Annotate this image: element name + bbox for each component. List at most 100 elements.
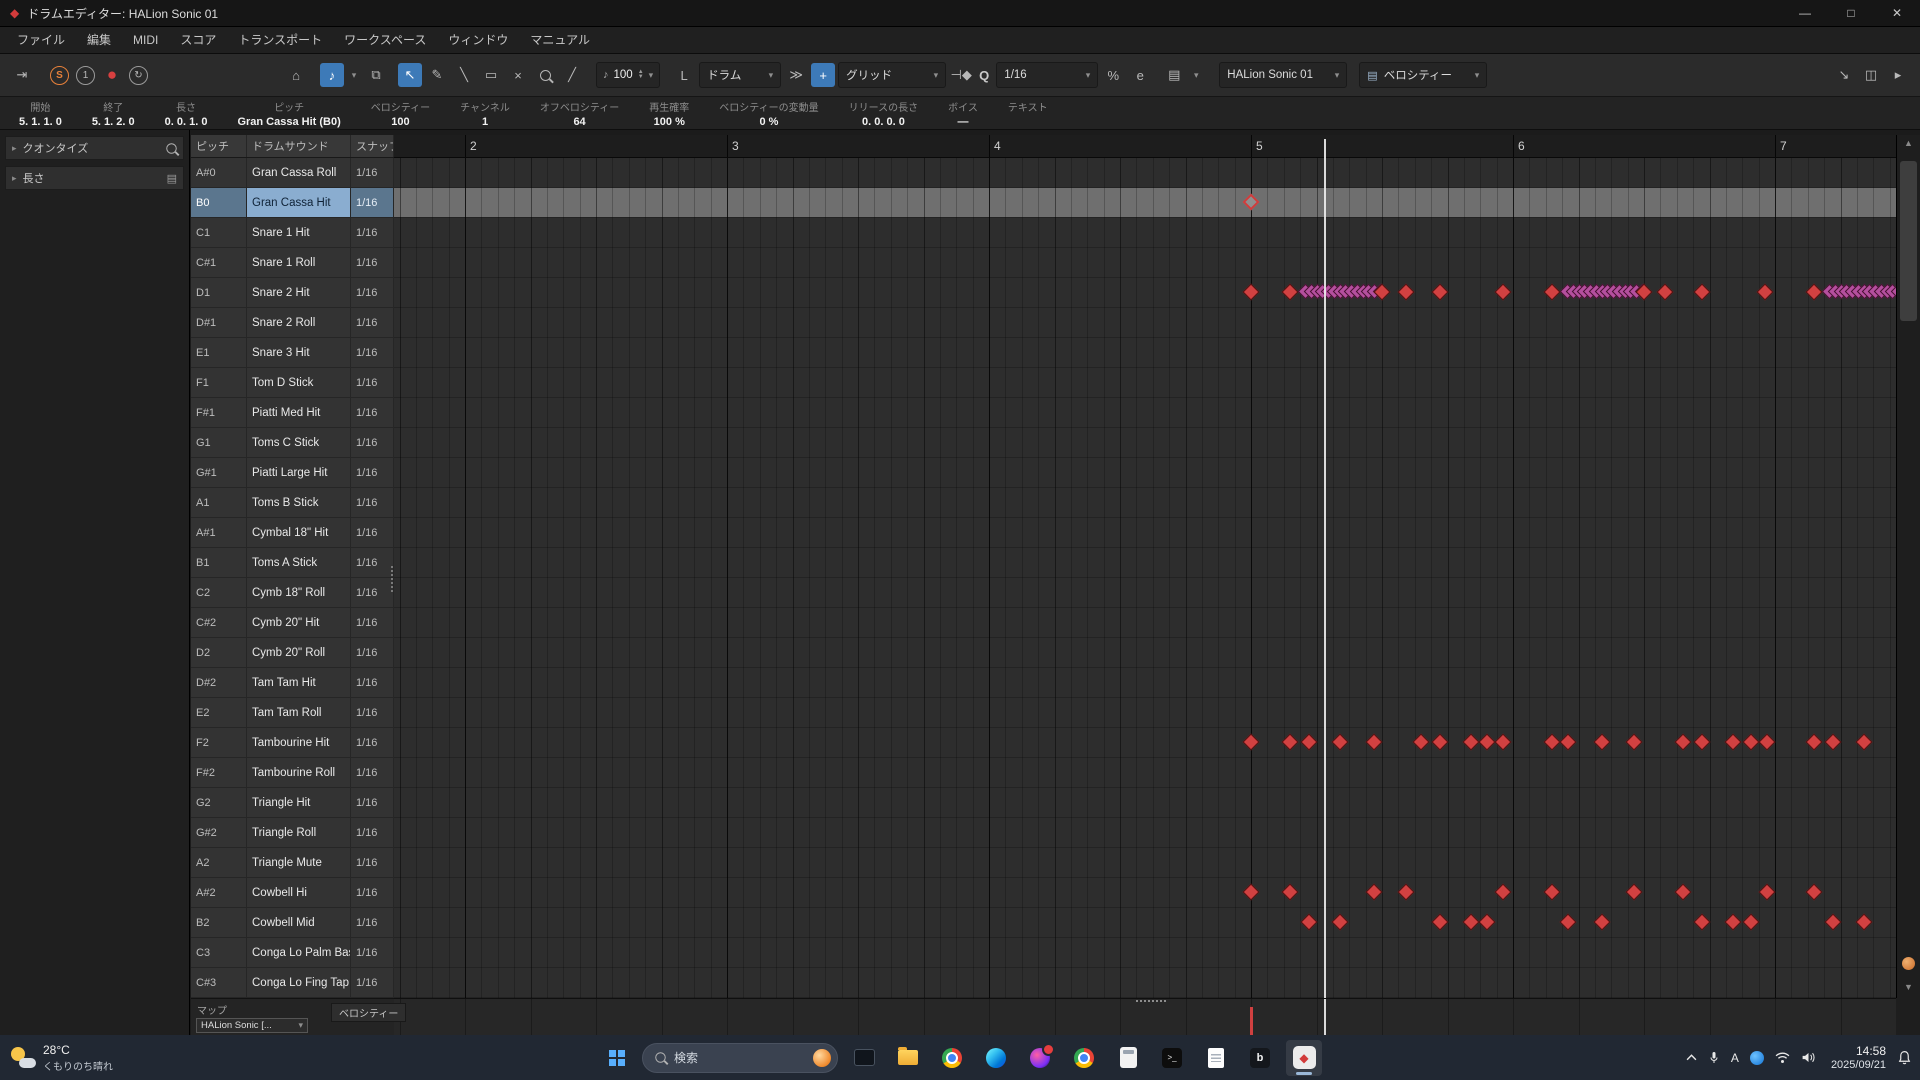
drum-row-C1[interactable]: C1Snare 1 Hit1/16 <box>191 218 394 248</box>
scroll-down-button[interactable]: ▼ <box>1897 982 1920 992</box>
grid-row-As1[interactable] <box>394 518 1896 548</box>
wifi-icon[interactable] <box>1775 1052 1790 1064</box>
info-field-9[interactable]: リリースの長さ0. 0. 0. 0 <box>834 97 934 129</box>
part-list-dropdown[interactable]: HALion Sonic 01▾ <box>1219 62 1347 88</box>
menu-item-0[interactable]: ファイル <box>6 27 76 53</box>
drum-row-Fs2[interactable]: F#2Tambourine Roll1/16 <box>191 758 394 788</box>
chrome-app-icon[interactable] <box>934 1040 970 1076</box>
drum-row-G1[interactable]: G1Toms C Stick1/16 <box>191 428 394 458</box>
controller-lane-dropdown[interactable]: ▤ベロシティー▾ <box>1359 62 1487 88</box>
drum-row-C2[interactable]: C2Cymb 18" Roll1/16 <box>191 578 394 608</box>
grid-row-Ds1[interactable] <box>394 308 1896 338</box>
loop-track-button[interactable]: 1 <box>76 66 95 85</box>
drum-map-select[interactable]: HALion Sonic [... ▾ <box>196 1018 308 1033</box>
grid-row-As2[interactable] <box>394 878 1896 908</box>
acoustic-feedback-button[interactable]: ♪ <box>320 63 344 87</box>
drum-row-As2[interactable]: A#2Cowbell Hi1/16 <box>191 878 394 908</box>
drum-row-C3[interactable]: C3Conga Lo Palm Bass1/16 <box>191 938 394 968</box>
feedback-options-dropdown[interactable]: ▾ <box>347 63 361 87</box>
menu-item-5[interactable]: ワークスペース <box>333 27 437 53</box>
grid-row-C1[interactable] <box>394 218 1896 248</box>
grid-row-Gs1[interactable] <box>394 458 1896 488</box>
search-box[interactable]: 検索 <box>642 1043 838 1073</box>
drum-row-As0[interactable]: A#0Gran Cassa Roll1/16 <box>191 158 394 188</box>
start-button[interactable] <box>598 1040 634 1076</box>
drum-row-F2[interactable]: F2Tambourine Hit1/16 <box>191 728 394 758</box>
insert-velocity-field[interactable]: ♪100▲▼▾ <box>596 62 660 88</box>
grid-row-F2[interactable] <box>394 728 1896 758</box>
grid-row-F1[interactable] <box>394 368 1896 398</box>
drum-row-G2[interactable]: G2Triangle Hit1/16 <box>191 788 394 818</box>
grid-row-B0[interactable] <box>394 188 1896 218</box>
info-field-3[interactable]: ピッチGran Cassa Hit (B0) <box>222 97 355 129</box>
tray-expand-icon[interactable] <box>1686 1054 1697 1061</box>
velocity-bar[interactable] <box>1250 1007 1253 1035</box>
menu-item-6[interactable]: ウィンドウ <box>437 27 519 53</box>
snap-button[interactable]: ⊣◆ <box>949 63 973 87</box>
grid-row-C3[interactable] <box>394 938 1896 968</box>
grid-row-D2[interactable] <box>394 638 1896 668</box>
pin-editor-button[interactable]: ⇥ <box>10 63 34 87</box>
vertical-scrollbar[interactable]: ▲ ▼ <box>1896 135 1920 998</box>
retrospective-record-button[interactable]: ↻ <box>129 66 148 85</box>
grid-row-Cs1[interactable] <box>394 248 1896 278</box>
auto-play-button[interactable]: ≫ <box>784 63 808 87</box>
grid-row-Fs2[interactable] <box>394 758 1896 788</box>
weather-widget[interactable]: 28°C くもりのち晴れ <box>10 1043 113 1073</box>
stepper-arrows[interactable]: ▲▼ <box>638 70 644 80</box>
info-field-6[interactable]: オフベロシティー64 <box>525 97 634 129</box>
drum-row-D1[interactable]: D1Snare 2 Hit1/16 <box>191 278 394 308</box>
menu-item-4[interactable]: トランスポート <box>227 27 333 53</box>
right-zone-toggle-button[interactable]: ▸ <box>1886 63 1910 87</box>
drum-row-Cs3[interactable]: C#3Conga Lo Fing Tap1/16 <box>191 968 394 998</box>
info-field-4[interactable]: ベロシティー100 <box>356 97 445 129</box>
drum-row-A2[interactable]: A2Triangle Mute1/16 <box>191 848 394 878</box>
drumstick-tool[interactable]: ✎ <box>425 63 449 87</box>
drum-row-Cs1[interactable]: C#1Snare 1 Roll1/16 <box>191 248 394 278</box>
media-app-icon[interactable] <box>1022 1040 1058 1076</box>
timeline-ruler[interactable]: 234567 <box>394 135 1896 158</box>
mute-tool[interactable]: × <box>506 63 530 87</box>
music-app-icon[interactable]: b <box>1242 1040 1278 1076</box>
note-grid-body[interactable] <box>394 158 1896 998</box>
window-layout-button[interactable]: ◫ <box>1859 63 1883 87</box>
grid-row-E2[interactable] <box>394 698 1896 728</box>
drum-row-E1[interactable]: E1Snare 3 Hit1/16 <box>191 338 394 368</box>
trim-tool[interactable]: ╲ <box>452 63 476 87</box>
note-expression-button[interactable]: ⧉ <box>364 63 388 87</box>
edge-app-icon[interactable] <box>978 1040 1014 1076</box>
drum-row-Ds1[interactable]: D#1Snare 2 Roll1/16 <box>191 308 394 338</box>
crosshair-cursor-button[interactable]: + <box>811 63 835 87</box>
drum-row-Gs2[interactable]: G#2Triangle Roll1/16 <box>191 818 394 848</box>
list-header-0[interactable]: ピッチ <box>191 135 247 157</box>
notes-app-icon[interactable] <box>1198 1040 1234 1076</box>
drum-row-D2[interactable]: D2Cymb 20" Roll1/16 <box>191 638 394 668</box>
scrollbar-thumb[interactable] <box>1900 161 1917 321</box>
calculator-app-icon[interactable] <box>1110 1040 1146 1076</box>
grid-row-E1[interactable] <box>394 338 1896 368</box>
grid-row-Gs2[interactable] <box>394 818 1896 848</box>
grid-row-A1[interactable] <box>394 488 1896 518</box>
explorer-app-icon[interactable] <box>890 1040 926 1076</box>
info-field-0[interactable]: 開始5. 1. 1. 0 <box>4 97 77 129</box>
grid-row-B1[interactable] <box>394 548 1896 578</box>
cubase-app-icon[interactable]: ◆ <box>1286 1040 1322 1076</box>
microphone-icon[interactable] <box>1708 1051 1720 1064</box>
magnifier-icon[interactable] <box>166 143 177 154</box>
erase-tool[interactable]: ▭ <box>479 63 503 87</box>
zoom-knob[interactable] <box>1902 957 1915 970</box>
menu-item-3[interactable]: スコア <box>169 27 227 53</box>
quantize-panel-button[interactable]: e <box>1128 63 1152 87</box>
zoom-tool[interactable] <box>533 63 557 87</box>
quantize-preset-dropdown[interactable]: 1/16▾ <box>996 62 1098 88</box>
open-in-lower-zone-button[interactable]: ↘ <box>1832 63 1856 87</box>
scroll-up-button[interactable]: ▲ <box>1897 135 1920 151</box>
info-field-1[interactable]: 終了5. 1. 2. 0 <box>77 97 150 129</box>
grid-row-G2[interactable] <box>394 788 1896 818</box>
list-header-2[interactable]: スナップ <box>351 135 394 157</box>
volume-icon[interactable] <box>1801 1051 1816 1064</box>
taskview-app-icon[interactable] <box>846 1040 882 1076</box>
record-in-editor-button[interactable]: ● <box>100 63 124 87</box>
terminal-app-icon[interactable]: >_ <box>1154 1040 1190 1076</box>
grid-row-Fs1[interactable] <box>394 398 1896 428</box>
